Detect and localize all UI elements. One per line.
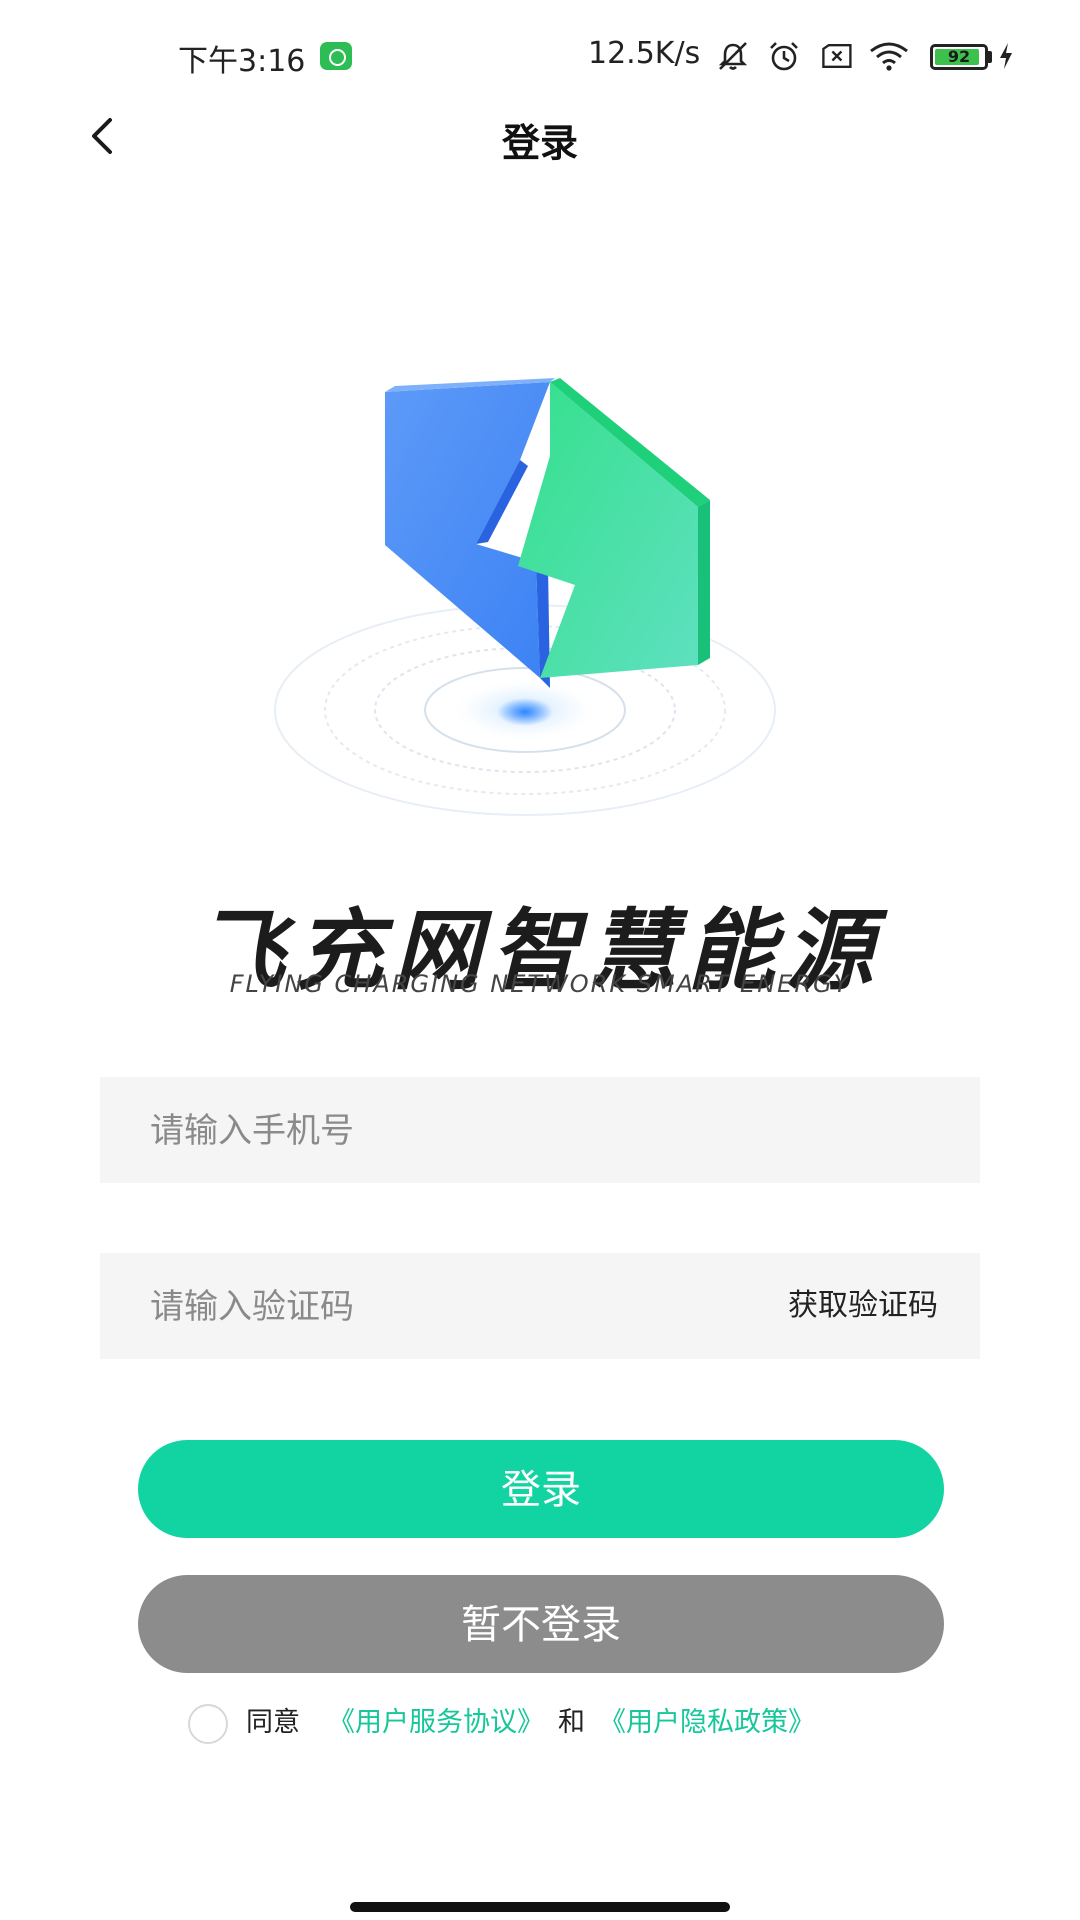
wechat-icon (320, 42, 352, 70)
back-button[interactable] (80, 112, 128, 160)
brand-logo (220, 360, 860, 860)
skip-login-button[interactable]: 暂不登录 (138, 1575, 944, 1673)
status-time: 下午3:16 (178, 44, 306, 79)
battery-tip (988, 51, 992, 63)
battery-level: 92 (947, 47, 971, 66)
phone-field-row (100, 1077, 980, 1185)
alarm-icon (770, 42, 798, 71)
status-bar: 下午3:16 12.5K/s 92 (0, 0, 1080, 110)
home-indicator (350, 1902, 730, 1912)
wifi-icon (870, 42, 908, 71)
mute-icon (718, 42, 748, 70)
verification-code-input[interactable] (148, 1253, 712, 1361)
get-code-button[interactable]: 获取验证码 (788, 1253, 938, 1359)
code-field-row: 获取验证码 (100, 1253, 980, 1361)
charging-icon (1000, 43, 1012, 69)
page-title: 登录 (501, 121, 578, 165)
brand-name-en: FLYING CHARGING NETWORK SMART ENERGY (229, 970, 851, 998)
phone-input[interactable] (148, 1077, 932, 1185)
network-speed: 12.5K/s (588, 36, 701, 71)
agreement-joiner: 和 (558, 1707, 585, 1738)
agreement-row: 同意 《用户服务协议》和《用户隐私政策》 (188, 1700, 815, 1746)
agreement-prefix: 同意 (246, 1707, 300, 1738)
no-sim-icon (822, 44, 852, 68)
login-button[interactable]: 登录 (138, 1440, 944, 1538)
terms-link[interactable]: 《用户服务协议》 (328, 1707, 544, 1738)
lightning-logo-icon (274, 378, 776, 816)
agree-checkbox[interactable] (188, 1703, 228, 1744)
privacy-link[interactable]: 《用户隐私政策》 (599, 1707, 815, 1738)
battery-icon: 92 (930, 44, 988, 70)
chevron-left-icon (92, 118, 112, 154)
